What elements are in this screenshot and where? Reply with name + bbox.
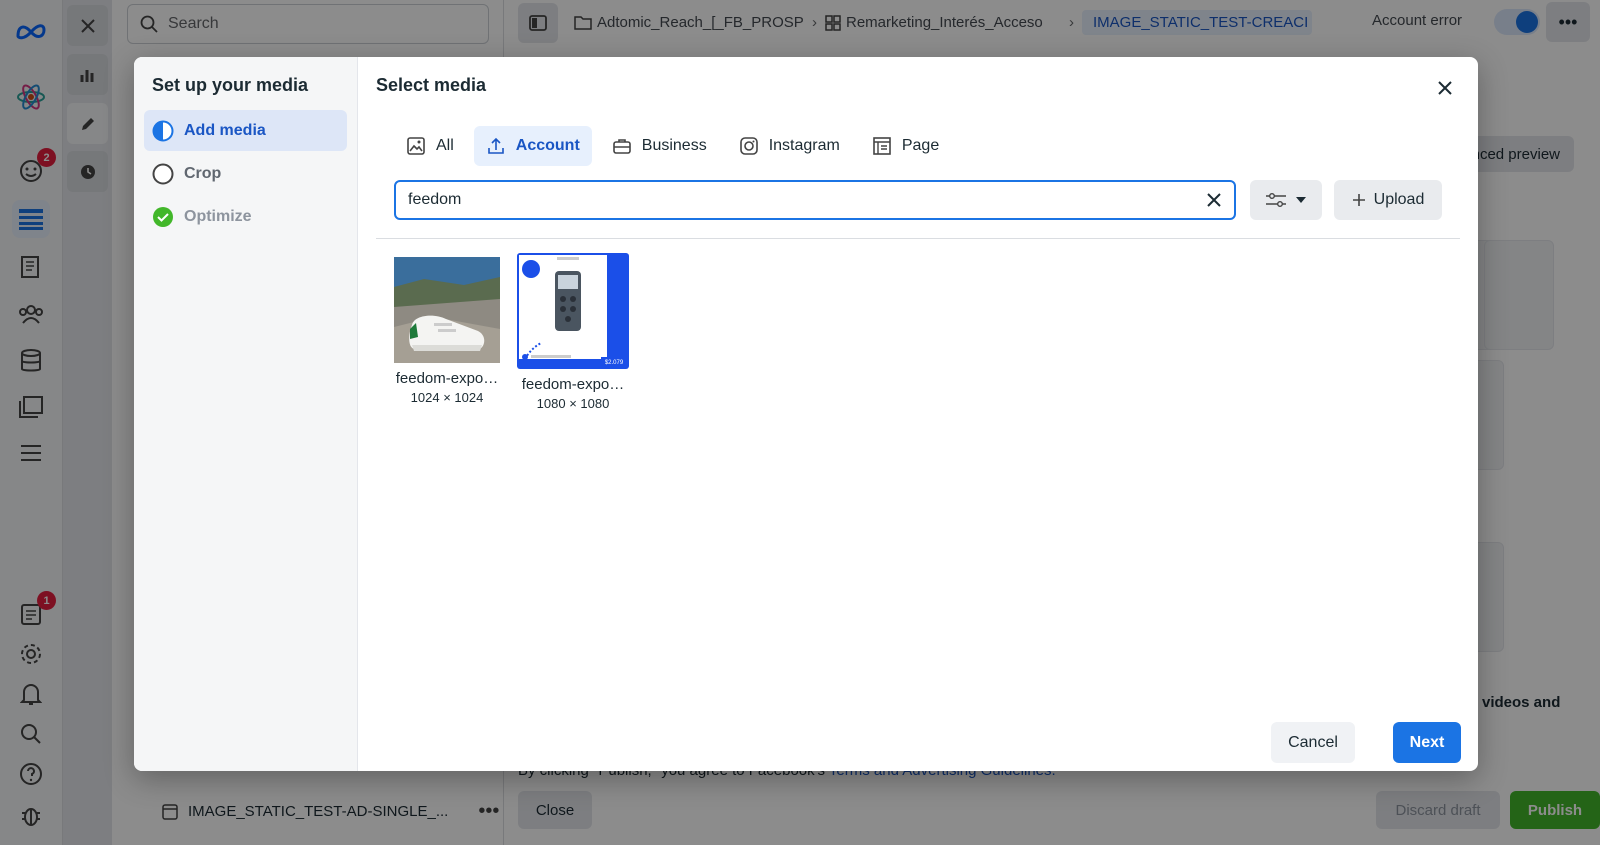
- media-dimensions: 1080 × 1080: [536, 396, 610, 411]
- upload-button[interactable]: Upload: [1334, 180, 1442, 220]
- check-circle-icon: [153, 206, 173, 227]
- setup-steps-panel: Set up your media Add media Crop Optimiz…: [134, 57, 358, 771]
- caret-down-icon: [1296, 197, 1306, 203]
- sliders-icon: [1266, 193, 1286, 207]
- close-icon: [1438, 81, 1452, 95]
- sneaker-thumbnail: [394, 257, 500, 363]
- media-name: feedom-expo…: [395, 370, 499, 387]
- close-icon: [1207, 193, 1221, 207]
- media-grid: feedom-expo… 1024 × 1024 $2.079 feedom-e…: [376, 239, 1460, 439]
- plus-icon: [1352, 194, 1365, 206]
- half-circle-icon: [152, 120, 174, 141]
- empty-circle-icon: [152, 163, 174, 184]
- image-icon: [407, 137, 425, 155]
- step-add-media[interactable]: Add media: [144, 110, 347, 151]
- media-item[interactable]: $2.079 feedom-expo… 1080 × 1080: [517, 253, 629, 411]
- tab-business[interactable]: Business: [600, 126, 719, 166]
- tab-page[interactable]: Page: [860, 126, 951, 166]
- page-icon: [873, 137, 891, 155]
- media-search-input[interactable]: [408, 191, 1206, 209]
- price-tag: $2.079: [605, 360, 624, 366]
- media-search-field: [394, 180, 1236, 220]
- steps-title: Set up your media: [152, 75, 309, 95]
- instagram-icon: [739, 137, 758, 155]
- cancel-button[interactable]: Cancel: [1271, 722, 1355, 763]
- close-dialog-button[interactable]: [1430, 73, 1460, 103]
- next-button[interactable]: Next: [1393, 722, 1461, 763]
- device-ad-thumbnail: $2.079: [517, 253, 629, 369]
- media-item[interactable]: feedom-expo… 1024 × 1024: [394, 257, 500, 405]
- select-media-dialog: Set up your media Add media Crop Optimiz…: [134, 57, 1478, 771]
- tab-all[interactable]: All: [394, 126, 466, 166]
- tab-instagram[interactable]: Instagram: [727, 126, 852, 166]
- media-search-row: Upload: [394, 180, 1460, 220]
- briefcase-icon: [612, 139, 631, 154]
- media-name: feedom-expo…: [521, 376, 625, 393]
- tab-account[interactable]: Account: [473, 126, 592, 166]
- clear-search-button[interactable]: [1206, 192, 1222, 208]
- step-crop[interactable]: Crop: [144, 153, 347, 194]
- step-optimize[interactable]: Optimize: [144, 196, 347, 237]
- dialog-title: Select media: [376, 75, 487, 95]
- filter-dropdown-button[interactable]: [1250, 180, 1322, 220]
- media-dimensions: 1024 × 1024: [410, 390, 484, 405]
- media-picker: Select media All Account Business Instag…: [358, 57, 1478, 771]
- media-source-tabs: All Account Business Instagram Page: [394, 126, 1460, 166]
- upload-icon: [487, 137, 504, 154]
